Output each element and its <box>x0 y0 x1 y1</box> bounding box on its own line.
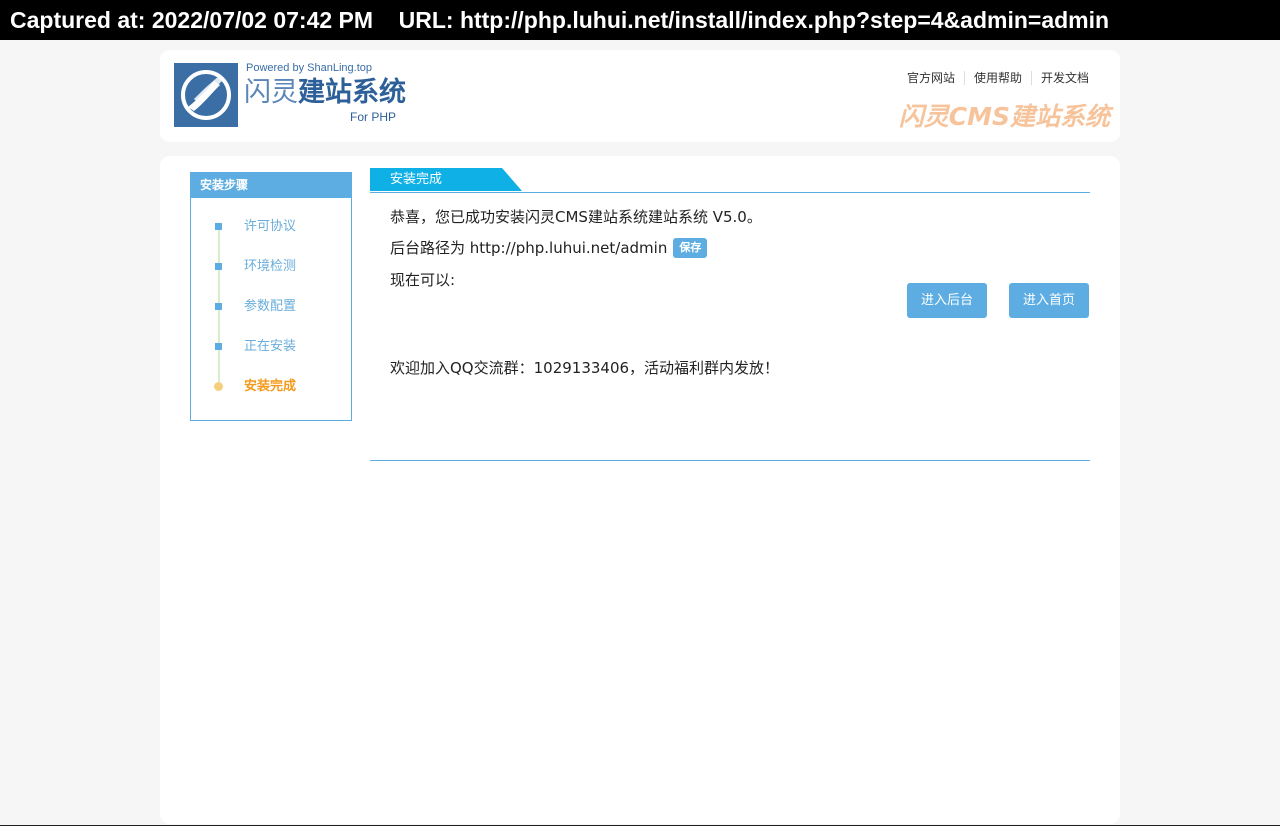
step-installing: 正在安装 <box>191 337 351 357</box>
enter-admin-button[interactable]: 进入后台 <box>907 283 987 318</box>
content-bottom-divider <box>370 460 1090 461</box>
step-dot <box>215 303 222 310</box>
tab-install-complete: 安装完成 <box>370 168 522 191</box>
step-label: 环境检测 <box>244 259 297 274</box>
step-label: 许可协议 <box>244 219 297 234</box>
header: Powered by ShanLing.top 闪灵建站系统 For PHP 官… <box>160 50 1120 142</box>
step-label: 参数配置 <box>244 299 297 314</box>
logo-powered-text: Powered by ShanLing.top <box>246 62 372 74</box>
tab-label: 安装完成 <box>390 172 443 187</box>
capture-info-bar: Captured at: 2022/07/02 07:42 PM URL: ht… <box>0 0 1280 40</box>
shanling-logo-icon <box>174 63 238 127</box>
link-official-site[interactable]: 官方网站 <box>898 71 964 85</box>
steps-title: 安装步骤 <box>191 173 351 198</box>
step-dot <box>215 223 222 230</box>
link-help[interactable]: 使用帮助 <box>963 71 1031 85</box>
main-panel: 安装步骤 许可协议 环境检测 参数配置 正在安装 安装完成 安装完成 恭喜，您已… <box>160 156 1120 824</box>
step-env-check: 环境检测 <box>191 257 351 277</box>
logo-name: 闪灵建站系统 <box>244 76 406 110</box>
step-complete: 安装完成 <box>191 377 351 397</box>
link-dev-docs[interactable]: 开发文档 <box>1030 71 1098 85</box>
admin-path-row: 后台路径为 http://php.luhui.net/admin 保存 <box>390 237 708 258</box>
enter-home-button[interactable]: 进入首页 <box>1009 283 1089 318</box>
step-dot-current <box>214 382 223 391</box>
step-dot <box>215 263 222 270</box>
top-links: 官方网站 使用帮助 开发文档 <box>898 71 1098 85</box>
step-dot <box>215 343 222 350</box>
step-license: 许可协议 <box>191 217 351 237</box>
cms-tagline: 闪灵CMS建站系统 <box>898 102 1110 131</box>
content-area: 安装完成 恭喜，您已成功安装闪灵CMS建站系统建站系统 V5.0。 后台路径为 … <box>370 168 1090 461</box>
logo-name-bold: 建站系统 <box>298 77 406 108</box>
logo-for-php: For PHP <box>350 110 397 124</box>
logo-name-thin: 闪灵 <box>244 77 298 108</box>
tab-row: 安装完成 <box>370 168 1090 193</box>
install-steps: 安装步骤 许可协议 环境检测 参数配置 正在安装 安装完成 <box>190 172 352 421</box>
save-button[interactable]: 保存 <box>673 237 708 258</box>
congrats-message: 恭喜，您已成功安装闪灵CMS建站系统建站系统 V5.0。 <box>390 208 762 226</box>
step-label: 正在安装 <box>244 339 297 354</box>
step-config: 参数配置 <box>191 297 351 317</box>
now-can-label: 现在可以: <box>390 271 456 289</box>
admin-path-text: 后台路径为 http://php.luhui.net/admin <box>390 239 668 257</box>
qq-group-message: 欢迎加入QQ交流群：1029133406，活动福利群内发放！ <box>390 359 780 377</box>
step-label-current: 安装完成 <box>244 379 297 394</box>
